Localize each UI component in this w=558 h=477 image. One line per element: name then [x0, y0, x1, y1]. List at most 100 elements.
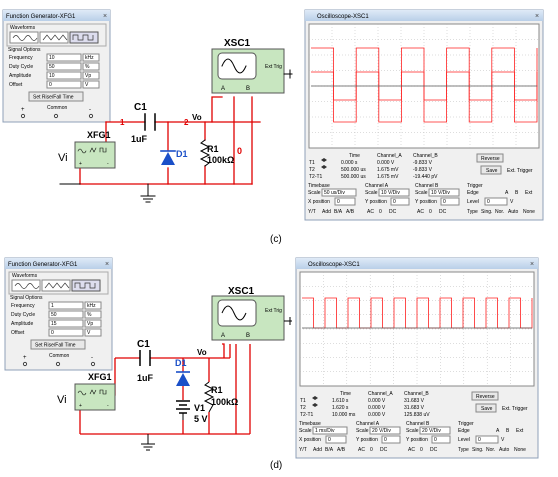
vo-label: Vo	[192, 113, 202, 122]
trigger-none-button[interactable]: None	[514, 447, 526, 453]
channel-b-pin-label: B	[246, 333, 250, 339]
timebase-button-add[interactable]: Add	[322, 209, 331, 215]
minus-terminal-icon[interactable]	[88, 113, 94, 119]
trigger-src-ext[interactable]: Ext	[516, 428, 524, 434]
frequency-field[interactable]	[48, 301, 84, 310]
readout-header: Channel_B	[404, 391, 429, 397]
minus-terminal-icon[interactable]	[90, 361, 96, 367]
trigger-level: 0	[487, 199, 490, 205]
plus-terminal-icon[interactable]	[20, 113, 26, 119]
readout-time: 0.000 s	[341, 160, 358, 166]
channel-a-0-button[interactable]: 0	[370, 447, 373, 453]
c1-label: C1	[137, 339, 150, 350]
timebase-button-yt[interactable]: Y/T	[308, 209, 316, 215]
offset-field[interactable]	[48, 328, 84, 337]
trigger-auto-button[interactable]: Auto	[508, 209, 519, 215]
r1-value: 100kΩ	[207, 155, 234, 165]
fg-row-unit: Vp	[87, 321, 93, 327]
r1-value: 100kΩ	[211, 397, 238, 407]
channel-a-ac-button[interactable]: AC	[367, 209, 374, 215]
timebase-button-ba[interactable]: B/A	[325, 447, 334, 453]
minus-terminal-label: -	[91, 355, 93, 361]
readout-a: 1.675 mV	[377, 174, 399, 180]
trigger-nor-button[interactable]: Nor.	[495, 209, 504, 215]
x-position-value: 0	[328, 437, 331, 443]
node-1-label: 1	[120, 118, 125, 127]
battery-icon	[176, 400, 190, 414]
readout-row-label: T2-T1	[300, 412, 314, 418]
x-position-value: 0	[337, 199, 340, 205]
fg-signal-options-label: Signal Options	[8, 47, 41, 53]
sine-wave-button[interactable]	[11, 279, 41, 292]
close-icon[interactable]: ×	[535, 13, 539, 20]
close-icon[interactable]: ×	[103, 13, 107, 20]
trigger-src-ext[interactable]: Ext	[525, 190, 533, 196]
fg-title: Function Generator-XFG1	[8, 262, 78, 268]
channel-b-dc-button[interactable]: DC	[430, 447, 438, 453]
readout-a: 0.000 V	[368, 398, 386, 404]
common-terminal-label: Common	[47, 105, 68, 111]
square-wave-button[interactable]	[69, 31, 99, 44]
square-wave-button[interactable]	[71, 279, 101, 292]
c1-value: 1uF	[131, 134, 148, 144]
trigger-label: Trigger	[458, 421, 474, 427]
offset-field[interactable]	[46, 80, 82, 89]
trigger-none-button[interactable]: None	[523, 209, 535, 215]
fg-row-value: 50	[51, 312, 57, 318]
set-rise-fall-label: Set Rise/Fall Time	[35, 343, 76, 349]
timebase-button-ab[interactable]: A/B	[346, 209, 355, 215]
timebase-button-add[interactable]: Add	[313, 447, 322, 453]
channel-a-ac-button[interactable]: AC	[358, 447, 365, 453]
channel-b-0-button[interactable]: 0	[429, 209, 432, 215]
readout-b: -19.440 pV	[413, 174, 438, 180]
readout-header: Channel_B	[413, 153, 438, 159]
channel-b-ac-button[interactable]: AC	[408, 447, 415, 453]
x-position-label: X position	[308, 199, 330, 205]
trigger-level: 0	[478, 437, 481, 443]
common-terminal-icon[interactable]	[55, 361, 61, 367]
plus-terminal-icon[interactable]	[22, 361, 28, 367]
readout-header: Channel_A	[368, 391, 393, 397]
scale-label: Scale	[415, 190, 428, 196]
triangle-wave-button[interactable]	[39, 31, 69, 44]
timebase-button-ab[interactable]: A/B	[337, 447, 346, 453]
trigger-auto-button[interactable]: Auto	[499, 447, 510, 453]
scale-label: Scale	[356, 428, 369, 434]
caption-d: (d)	[270, 460, 282, 471]
fg-row-unit: %	[87, 312, 92, 318]
readout-time: 1.620 s	[332, 405, 349, 411]
trigger-sing-button[interactable]: Sing.	[481, 209, 492, 215]
channel-a-scale: 10 V/Div	[381, 190, 400, 196]
xsc-label: XSC1	[228, 286, 255, 297]
channel-b-0-button[interactable]: 0	[420, 447, 423, 453]
timebase-button-ba[interactable]: B/A	[334, 209, 343, 215]
timebase-label: Timebase	[308, 183, 330, 189]
fg-waveforms-label: Waveforms	[12, 273, 38, 279]
channel-a-dc-button[interactable]: DC	[380, 447, 388, 453]
channel-b-trace	[302, 297, 533, 329]
common-terminal-icon[interactable]	[53, 113, 59, 119]
timebase-label: Timebase	[299, 421, 321, 427]
osc-title: Oscilloscope-XSC1	[317, 14, 369, 20]
readout-time: 1.610 s	[332, 398, 349, 404]
channel-a-dc-button[interactable]: DC	[389, 209, 397, 215]
ground-wire	[59, 183, 149, 197]
ground-icon	[140, 195, 156, 203]
fg-row-label: Offset	[9, 82, 23, 88]
fg-signal-options-label: Signal Options	[10, 295, 43, 301]
readout-a: 0.000 V	[368, 412, 386, 418]
timebase-button-yt[interactable]: Y/T	[299, 447, 307, 453]
triangle-wave-button[interactable]	[41, 279, 71, 292]
channel-b-ac-button[interactable]: AC	[417, 209, 424, 215]
trigger-nor-button[interactable]: Nor.	[486, 447, 495, 453]
channel-a-0-button[interactable]: 0	[379, 209, 382, 215]
channel-b-ypos: 0	[443, 199, 446, 205]
trigger-sing-button[interactable]: Sing.	[472, 447, 483, 453]
channel-b-dc-button[interactable]: DC	[439, 209, 447, 215]
channel-a-label: Channel A	[365, 183, 389, 189]
close-icon[interactable]: ×	[530, 261, 534, 268]
sine-wave-button[interactable]	[9, 31, 39, 44]
readout-time: 500.000 us	[341, 167, 366, 173]
waveform-buttons	[11, 279, 101, 292]
close-icon[interactable]: ×	[105, 261, 109, 268]
